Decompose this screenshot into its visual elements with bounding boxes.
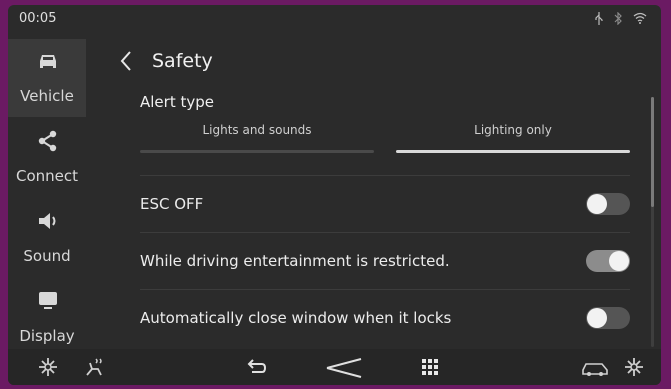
bottom-bar — [8, 349, 661, 385]
setting-row-esc-off: ESC OFF — [140, 175, 630, 232]
home-icon[interactable] — [324, 355, 364, 379]
entertainment-restricted-toggle[interactable] — [586, 250, 630, 272]
toggle-knob — [587, 194, 607, 214]
settings-panel: Safety Alert type Lights and sounds Ligh… — [88, 5, 661, 347]
sidebar-item-label: Vehicle — [20, 87, 74, 105]
setting-row-entertainment-restricted: While driving entertainment is restricte… — [140, 232, 630, 289]
scroll-thumb[interactable] — [651, 97, 654, 207]
sidebar-item-connect[interactable]: Connect — [8, 119, 86, 197]
sidebar-item-display[interactable]: Display — [8, 279, 86, 357]
clock: 00:05 — [19, 11, 57, 26]
sidebar: Vehicle Connect Sound Display — [8, 39, 86, 349]
speaker-icon — [39, 213, 56, 229]
alert-option-lights-and-sounds[interactable]: Lights and sounds — [140, 123, 374, 153]
page-header: Safety — [118, 49, 213, 73]
car-mode-icon[interactable] — [580, 355, 610, 379]
sidebar-item-vehicle[interactable]: Vehicle — [8, 39, 86, 117]
fan-right-icon[interactable] — [622, 355, 646, 379]
sidebar-item-sound[interactable]: Sound — [8, 199, 86, 277]
setting-row-auto-close-window: Automatically close window when it locks — [140, 289, 630, 346]
chevron-left-icon[interactable] — [118, 49, 134, 73]
alert-type-title: Alert type — [140, 93, 214, 111]
fan-icon[interactable] — [36, 355, 60, 379]
sidebar-item-label: Connect — [15, 167, 79, 185]
toggle-knob — [587, 308, 607, 328]
auto-close-window-toggle[interactable] — [586, 307, 630, 329]
car-icon — [40, 55, 56, 68]
device-bezel: 00:05 Vehicle Connect Sound Display Safe… — [0, 0, 671, 389]
page-title: Safety — [152, 50, 213, 72]
toggle-knob — [609, 251, 629, 271]
setting-label: Automatically close window when it locks — [140, 309, 452, 327]
share-icon — [38, 130, 57, 152]
alert-option-label: Lights and sounds — [202, 123, 312, 137]
alert-option-indicator — [396, 150, 630, 153]
sidebar-item-label: Sound — [23, 247, 71, 265]
scrollbar[interactable] — [651, 97, 654, 347]
apps-grid-icon[interactable] — [418, 355, 442, 379]
monitor-icon — [39, 292, 57, 309]
esc-off-toggle[interactable] — [586, 193, 630, 215]
alert-option-label: Lighting only — [474, 123, 552, 137]
back-icon[interactable] — [244, 355, 268, 379]
seat-heat-icon[interactable] — [82, 355, 106, 379]
setting-label: ESC OFF — [140, 195, 204, 213]
sidebar-item-label: Display — [19, 327, 75, 345]
setting-label: While driving entertainment is restricte… — [140, 252, 450, 270]
alert-option-indicator — [140, 150, 374, 153]
alert-option-lighting-only[interactable]: Lighting only — [396, 123, 630, 153]
infotainment-screen: 00:05 Vehicle Connect Sound Display Safe… — [8, 5, 661, 385]
